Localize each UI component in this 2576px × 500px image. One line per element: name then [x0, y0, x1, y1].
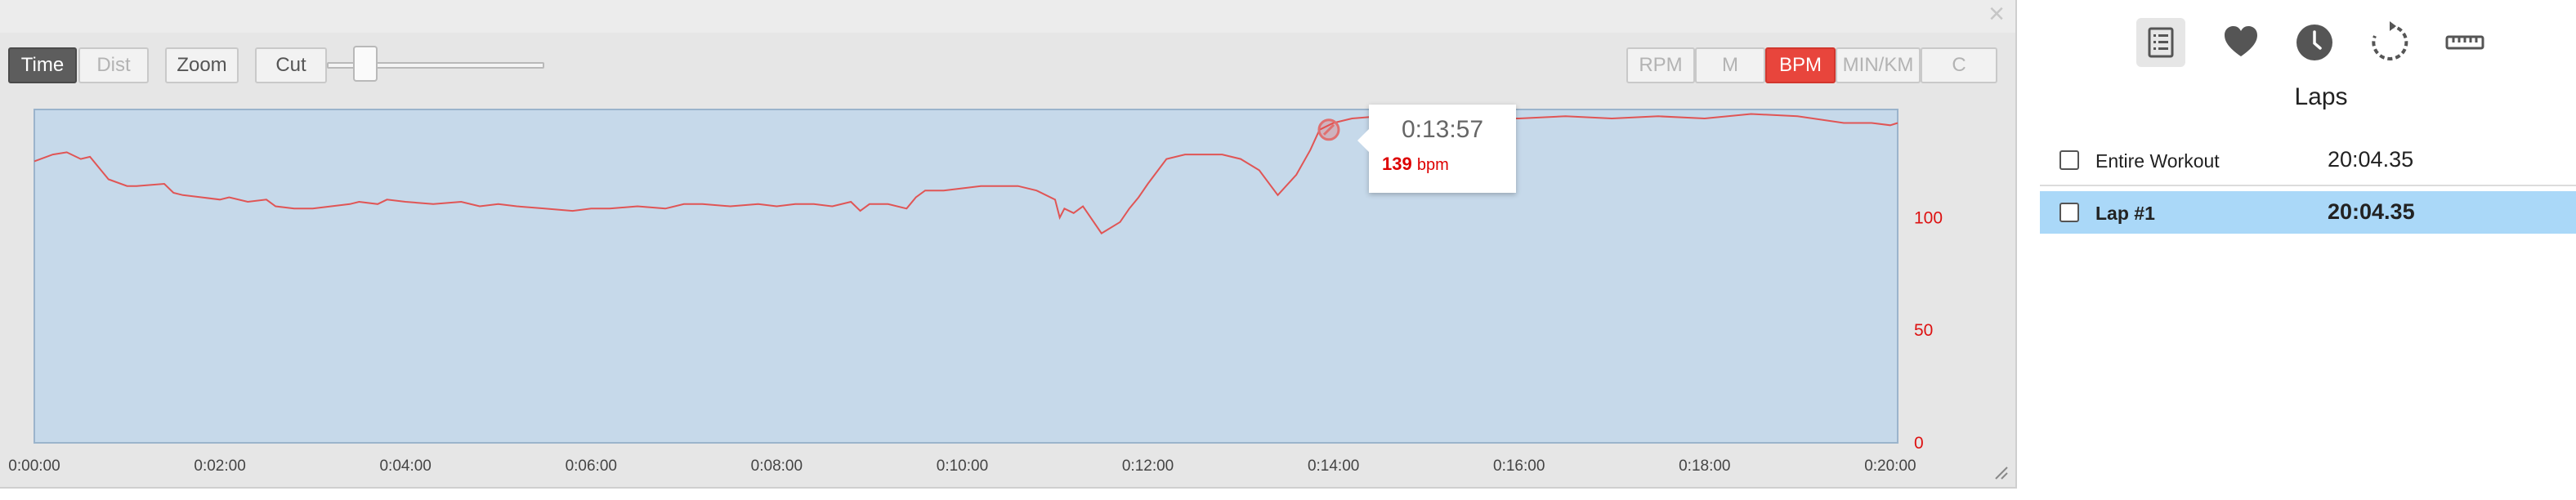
x-tick-label: 0:12:00 — [1122, 458, 1174, 475]
refresh-icon[interactable] — [2365, 18, 2414, 67]
hover-marker — [1317, 118, 1340, 141]
x-tick-label: 0:16:00 — [1493, 458, 1545, 475]
chart-tooltip: 0:13:57 139 bpm — [1357, 105, 1516, 193]
clock-icon[interactable] — [2290, 18, 2339, 67]
lap-row-entire-workout[interactable]: Entire Workout 20:04.35 — [2040, 139, 2576, 181]
tooltip-arrow — [1357, 129, 1369, 152]
lap-checkbox[interactable] — [2059, 203, 2079, 222]
lap-time: 20:04.35 — [2328, 147, 2414, 172]
x-tick-label: 0:06:00 — [566, 458, 617, 475]
lap-checkbox[interactable] — [2059, 150, 2079, 170]
y-tick-label: 50 — [1914, 321, 1933, 340]
x-tick-label: 0:20:00 — [1864, 458, 1916, 475]
tooltip-value-line: 139 bpm — [1382, 154, 1449, 175]
resize-grip-icon[interactable] — [1991, 462, 2009, 480]
tooltip-unit: bpm — [1416, 156, 1449, 174]
tooltip-value: 139 — [1382, 154, 1412, 174]
list-icon[interactable] — [2136, 18, 2185, 67]
lap-time: 20:04.35 — [2328, 199, 2415, 224]
x-axis: 0:00:00 0:02:00 0:04:00 0:06:00 0:08:00 0:10:… — [8, 458, 1916, 475]
laps-title: Laps — [2294, 83, 2348, 110]
plot-area — [34, 109, 1898, 444]
y-tick-label: 100 — [1914, 208, 1943, 227]
heart-rate-chart[interactable]: 0:00:00 0:02:00 0:04:00 0:06:00 0:08:00 0:10:… — [0, 0, 2015, 487]
x-tick-label: 0:02:00 — [194, 458, 245, 475]
tooltip-time: 0:13:57 — [1401, 116, 1484, 143]
ruler-icon[interactable] — [2440, 18, 2489, 67]
x-tick-label: 0:00:00 — [8, 458, 60, 475]
heart-icon[interactable] — [2216, 18, 2265, 67]
lap-divider — [2040, 185, 2576, 186]
y-axis: 0 50 100 — [1914, 208, 1943, 453]
x-tick-label: 0:10:00 — [937, 458, 988, 475]
x-tick-label: 0:18:00 — [1679, 458, 1730, 475]
x-tick-label: 0:08:00 — [751, 458, 803, 475]
y-tick-label: 0 — [1914, 434, 1924, 453]
lap-row-lap-1[interactable]: Lap #1 20:04.35 — [2040, 191, 2576, 234]
x-tick-label: 0:14:00 — [1308, 458, 1359, 475]
x-tick-label: 0:04:00 — [379, 458, 431, 475]
lap-name: Entire Workout — [2095, 150, 2220, 172]
lap-name: Lap #1 — [2095, 203, 2155, 224]
